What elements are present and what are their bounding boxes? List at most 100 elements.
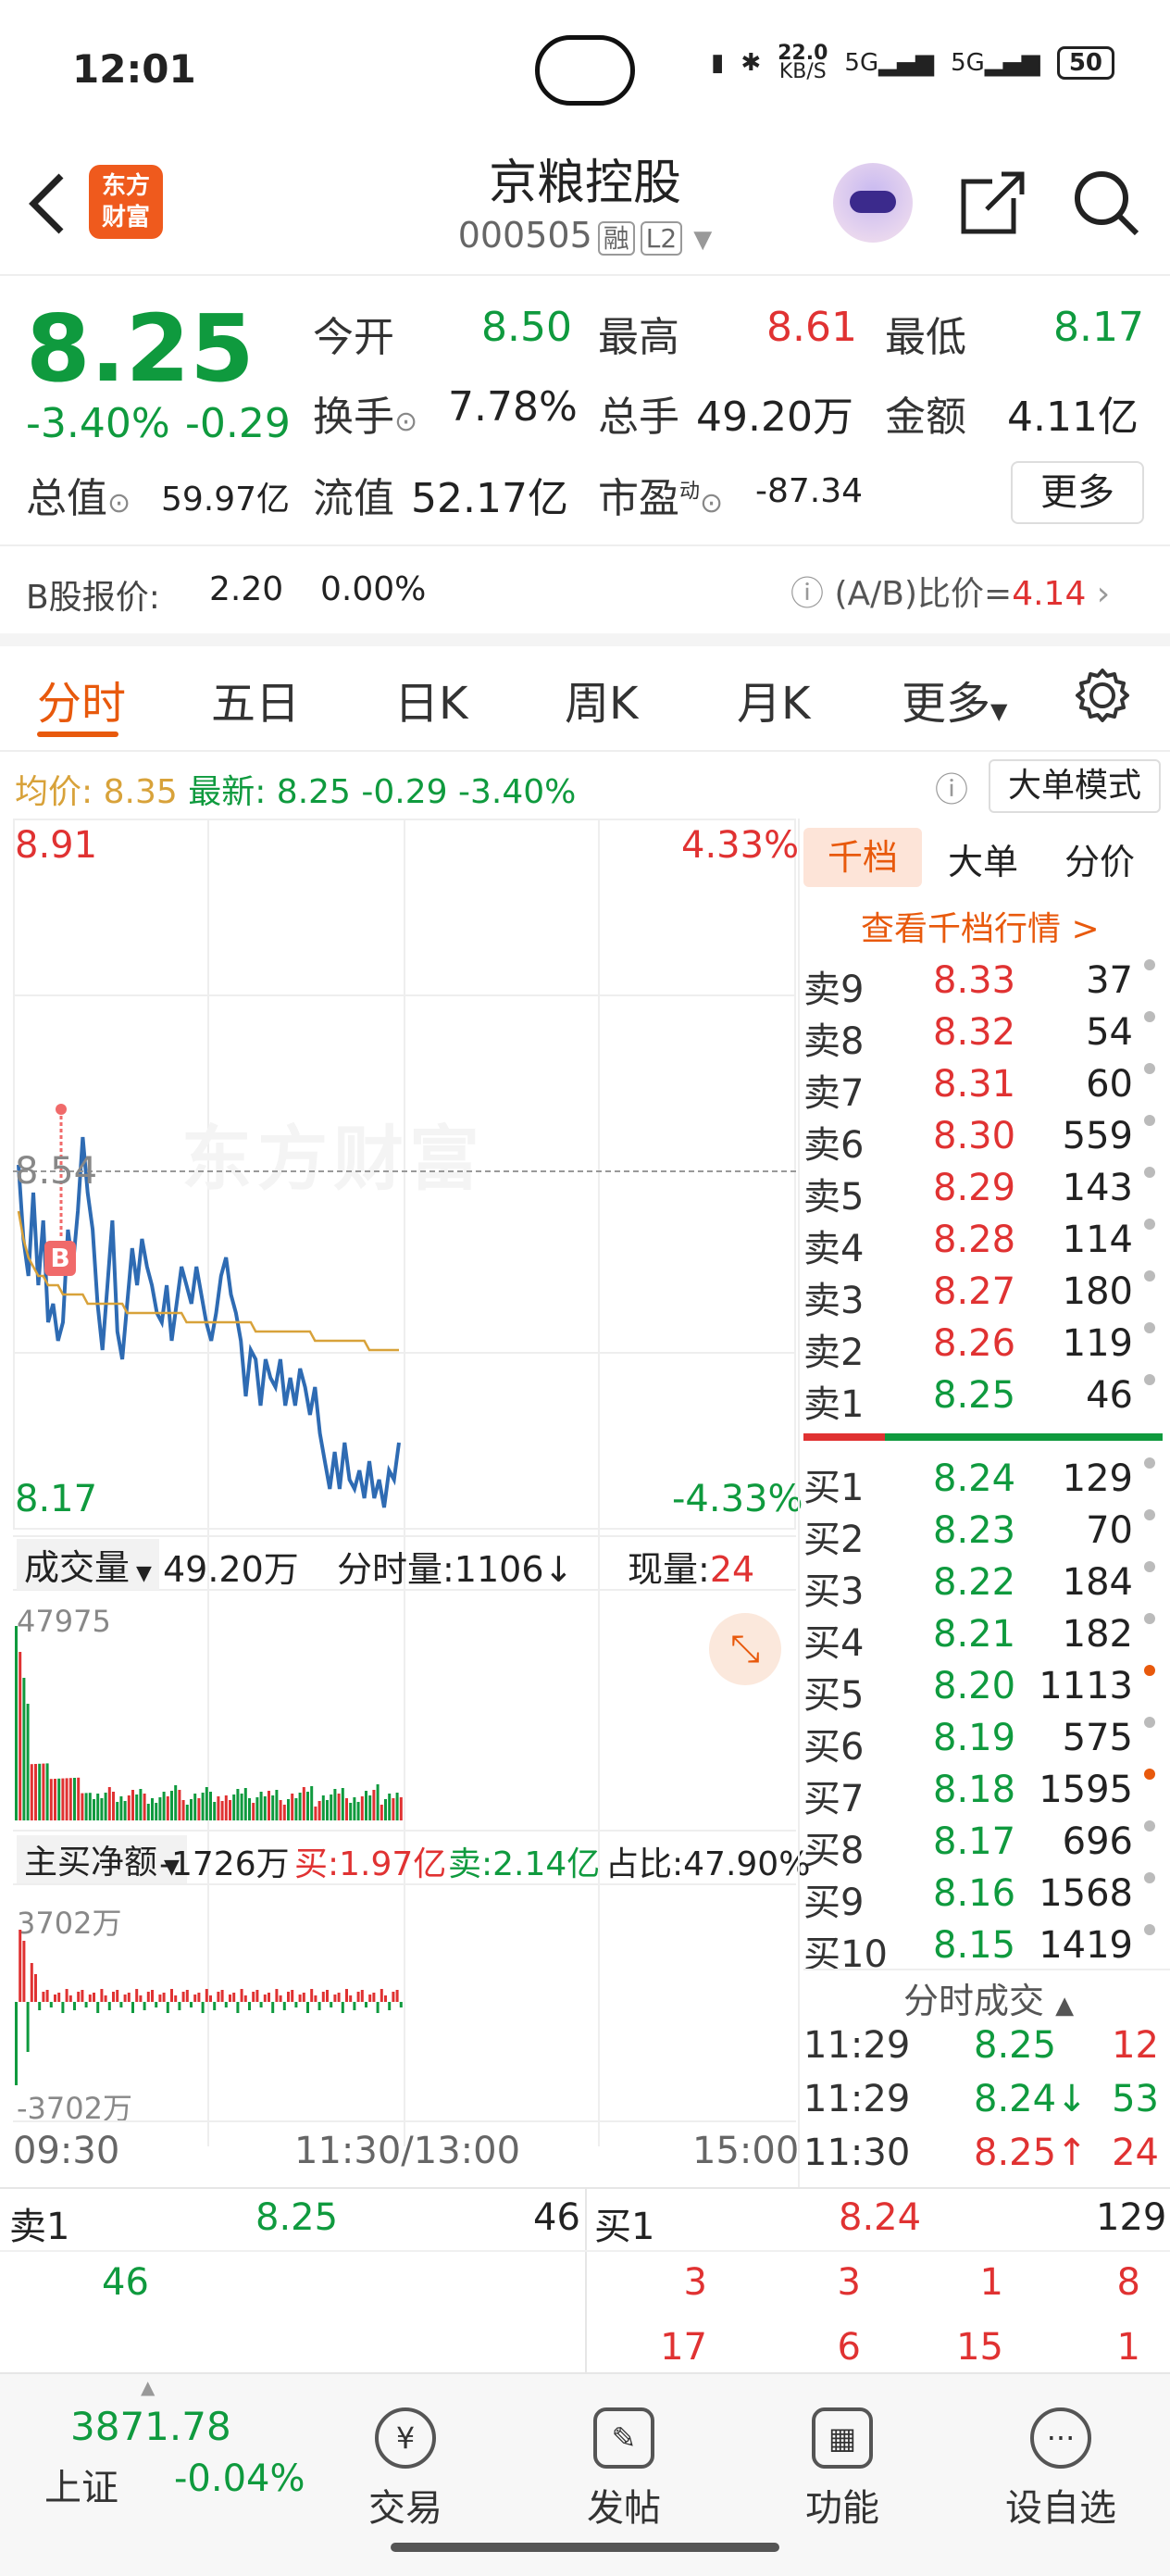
queue-buy-item: 6 [837,2326,861,2369]
ob-label: 买1 [803,1467,865,1509]
index-pct: -0.04% [174,2457,305,2500]
flow-bar [201,2002,205,2013]
queue-buy-item: 17 [660,2326,707,2369]
ob-volume: 182 [1062,1613,1133,1656]
flow-bar [388,2002,392,2010]
flow-bar [181,1992,185,2002]
flow-bar [81,1990,84,2002]
flow-bar [368,1995,372,2002]
ob-price: 8.23 [933,1509,1016,1552]
flow-bar [139,1995,143,2002]
flow-bar [123,1995,127,2002]
flow-bar [356,1992,360,2002]
bid-row[interactable]: 买1 8.24 129 [803,1457,1159,1509]
flow-bar [341,2002,344,2013]
queue-sell-price: 8.25 [255,2196,339,2239]
flow-bar [337,1993,341,2002]
flow-bar [279,1995,282,2002]
bid-row[interactable]: 买7 8.18 1595 [803,1769,1159,1820]
home-indicator [391,2543,779,2552]
ob-volume: 1568 [1039,1872,1133,1915]
bid-row[interactable]: 买3 8.22 184 [803,1561,1159,1613]
flow-bar [45,1990,49,2002]
trade-row: 11:29 8.24↓ 53 [803,2078,1159,2130]
flow-bar [232,1993,236,2002]
time-end: 15:00 [692,2130,800,2172]
flow-bar [263,1995,267,2002]
flow-bar [158,1995,162,2002]
ob-volume: 1113 [1039,1665,1133,1707]
flow-bar [291,1990,294,2002]
flow-bar [353,2002,356,2010]
flow-bar [271,2002,275,2013]
trades-title[interactable]: 分时成交 ▲ [903,1972,1074,2023]
flow-bar [107,2002,111,2010]
flow-bar [166,2002,169,2013]
flow-bar [65,1989,68,2002]
ob-volume: 696 [1062,1820,1133,1863]
trade-price: 8.25 [974,2024,1057,2067]
flow-bar [306,2002,309,2013]
status-dot [1144,1457,1155,1469]
ob-label: 买7 [803,1778,865,1820]
index-value[interactable]: 3871.78 [70,2404,231,2449]
flow-bar [252,1992,255,2002]
flow-bar [174,1995,178,2002]
flow-bar [15,2002,18,2085]
bid-row[interactable]: 买8 8.17 696 [803,1820,1159,1872]
bid-row[interactable]: 买4 8.21 182 [803,1613,1159,1665]
flow-bar [321,1992,325,2002]
flow-bar [127,1993,131,2002]
ob-price: 8.21 [933,1613,1016,1656]
trade-row: 11:29 8.25 12 [803,2024,1159,2076]
flow-bar [143,2002,146,2010]
ob-price: 8.19 [933,1717,1016,1759]
index-name: 上证 [44,2467,118,2509]
nav-post[interactable]: ✎ 发帖 [559,2407,689,2532]
grid-icon: ▦ [812,2407,873,2469]
flow-bar [112,1992,115,2002]
nav-functions[interactable]: ▦ 功能 [778,2407,907,2532]
bid-row[interactable]: 买10 8.15 1419 [803,1924,1159,1969]
flow-bar [360,1990,364,2002]
collapse-triangle-icon: ▲ [1055,1992,1075,2020]
flow-bar [240,1989,243,2002]
nav-watchlist[interactable]: ··· 设自选 [996,2407,1126,2532]
flow-bar [384,1995,387,2002]
flow-bar [151,1990,154,2002]
flow-bar [248,2002,251,2010]
bid-row[interactable]: 买6 8.19 575 [803,1717,1159,1769]
status-dot [1144,1820,1155,1832]
ob-label: 买4 [803,1622,865,1665]
flow-bar [185,1990,189,2002]
trade-volume: 24 [1112,2132,1159,2174]
flow-bar [282,2002,286,2010]
flow-bar [26,2002,30,2052]
bid-row[interactable]: 买9 8.16 1568 [803,1872,1159,1924]
bid-row[interactable]: 买5 8.20 1113 [803,1665,1159,1717]
queue-buy-item: 15 [956,2326,1003,2369]
flow-bar [131,2002,134,2013]
nav-trade[interactable]: ¥ 交易 [341,2407,470,2532]
ob-price: 8.15 [933,1924,1016,1967]
queue-buy-label: 买1 [594,2206,655,2248]
trade-volume: 53 [1112,2078,1159,2120]
flow-bar [345,1989,348,2002]
time-start: 09:30 [13,2130,120,2172]
flow-bar [162,1993,166,2002]
ob-label: 买2 [803,1519,865,1561]
queue-buy-item: 1 [979,2261,1003,2304]
flow-bar [224,2002,228,2007]
ob-label: 买3 [803,1570,865,1613]
flow-bar [376,2002,380,2013]
bid-row[interactable]: 买2 8.23 70 [803,1509,1159,1561]
flow-bar [96,2002,100,2013]
queue-sell-item: 46 [102,2261,149,2304]
flow-bar [294,2002,298,2007]
ob-volume: 575 [1062,1717,1133,1759]
flow-bar [146,1992,150,2002]
flow-bar [170,1989,173,2002]
trade-time: 11:29 [803,2078,911,2120]
flow-bar [88,1995,92,2002]
flow-bar [84,2002,88,2007]
